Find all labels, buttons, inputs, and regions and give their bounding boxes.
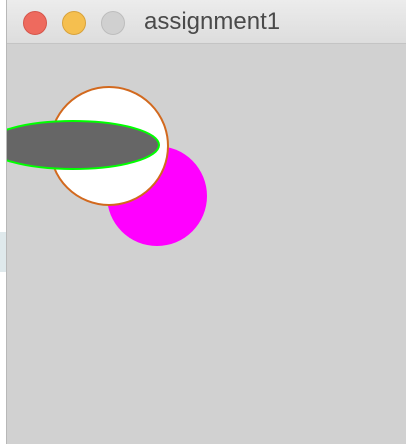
app-window: assignment1 <box>6 0 406 444</box>
drawing-canvas <box>7 44 406 444</box>
window-title: assignment1 <box>144 8 281 35</box>
close-button[interactable] <box>23 11 47 35</box>
gray-ellipse <box>7 120 160 170</box>
title-bar[interactable]: assignment1 <box>7 0 406 44</box>
zoom-button[interactable] <box>101 11 125 35</box>
minimize-button[interactable] <box>62 11 86 35</box>
